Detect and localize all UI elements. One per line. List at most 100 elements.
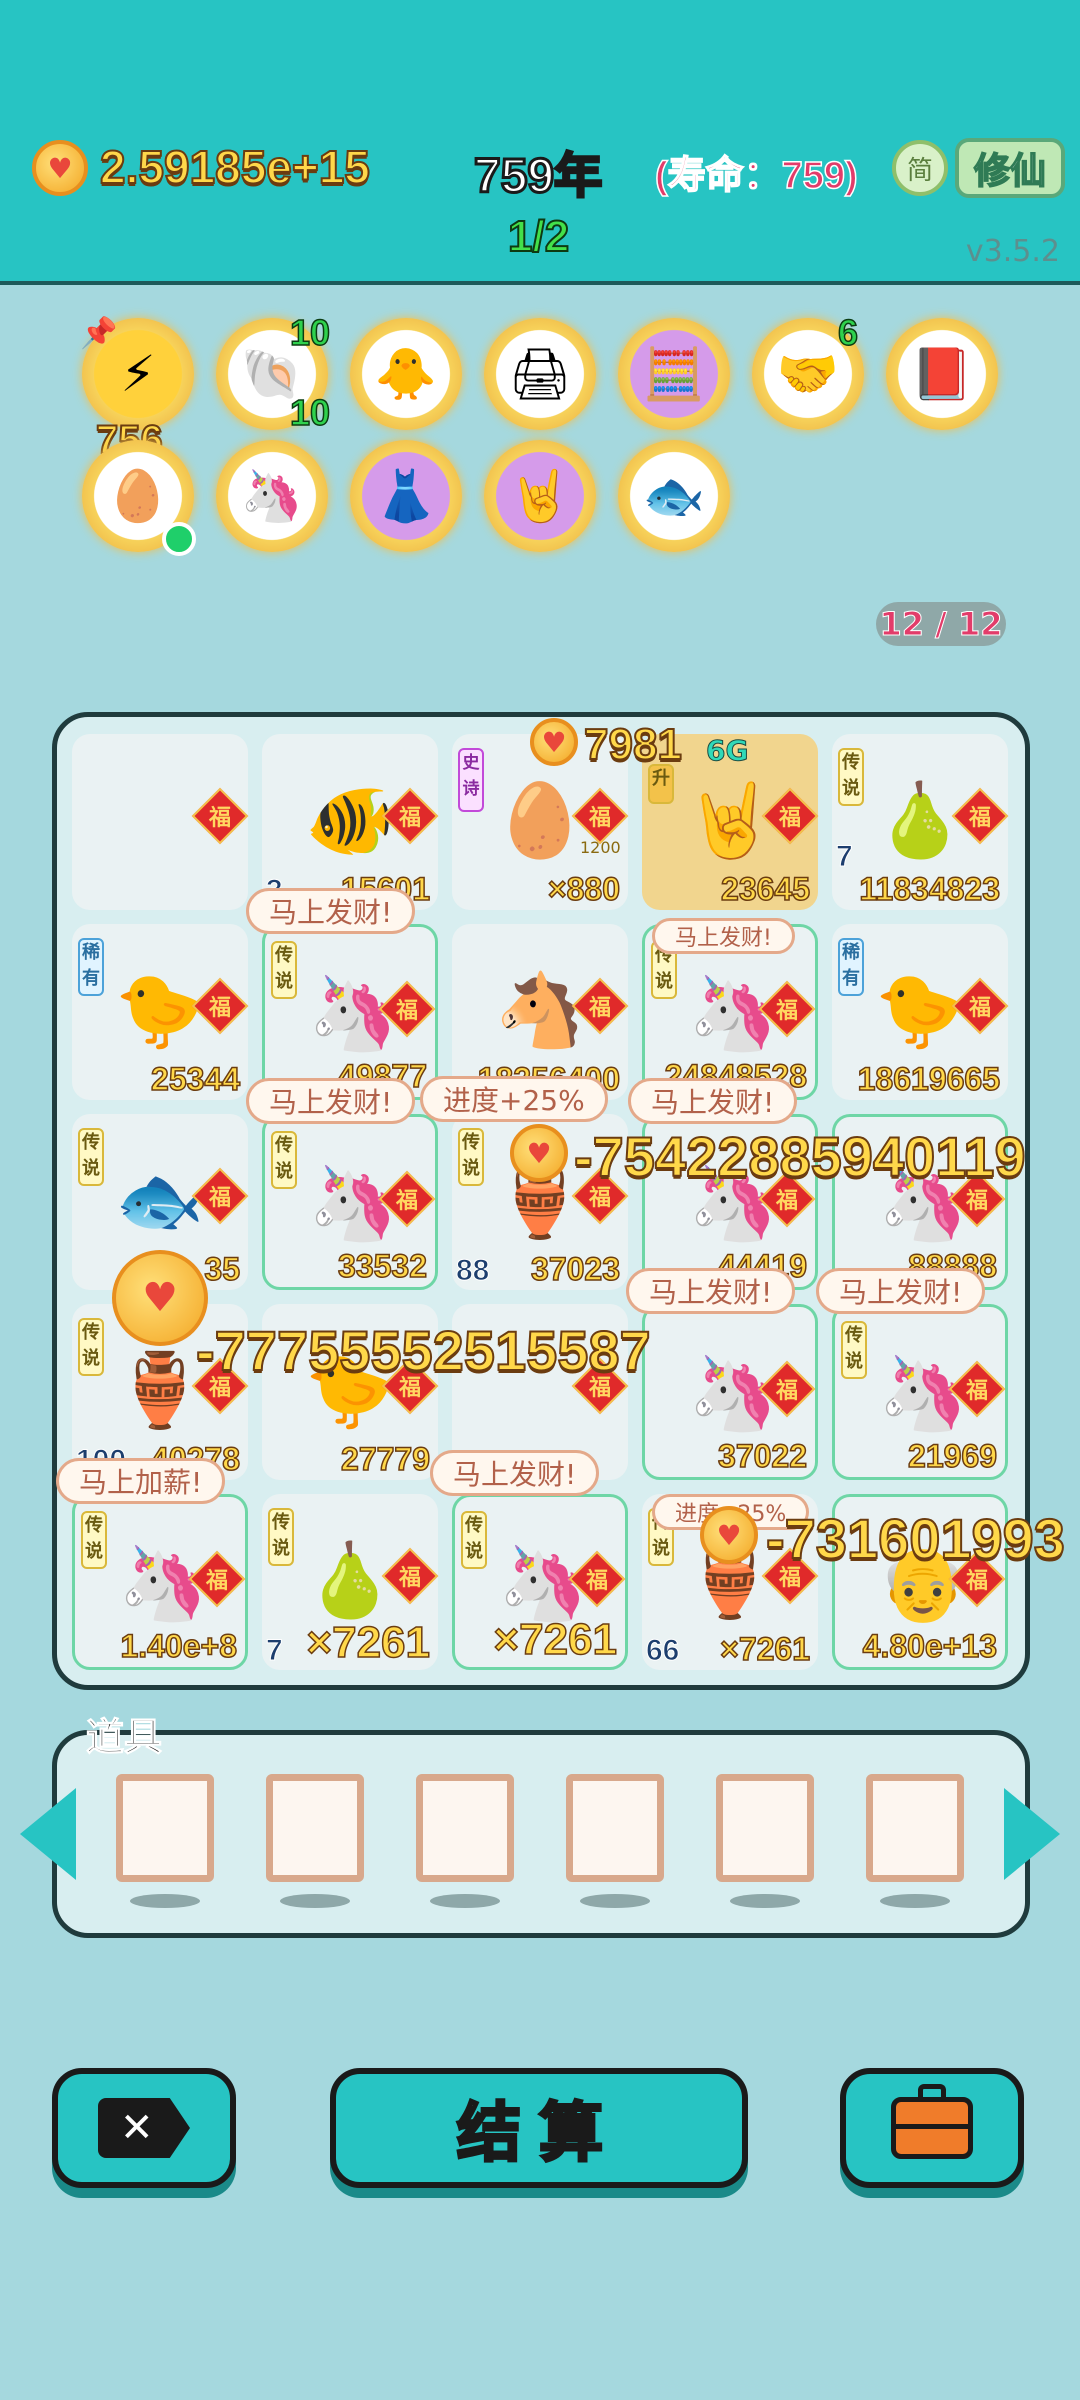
- cell-value: ×7261: [719, 1630, 810, 1668]
- lifespan-text: (寿命：759): [654, 154, 858, 198]
- grid-cell[interactable]: 传说 🍐 福 7 ×7261: [262, 1494, 439, 1670]
- rarity-tag: 传说: [458, 1128, 484, 1186]
- cell-value: 21969: [907, 1437, 997, 1475]
- settle-label: 结算: [456, 2096, 621, 2173]
- shell-bottom-count: 10: [289, 391, 331, 434]
- rarity-tag: 传说: [268, 1508, 294, 1566]
- tool-slot[interactable]: [116, 1774, 214, 1882]
- cell-value: 1.40e+8: [120, 1627, 238, 1665]
- fu-badge: 福: [191, 787, 249, 845]
- rarity-tag: 传说: [841, 1321, 867, 1379]
- slot-shadow: [580, 1894, 650, 1908]
- speech-bubble: 马上发财!: [430, 1450, 600, 1496]
- cell-value: 33532: [337, 1247, 427, 1285]
- grid-cell[interactable]: 传说 🦄 福 ×7261: [452, 1494, 628, 1670]
- float-coin-icon: ♥: [510, 1124, 568, 1182]
- rarity-tag: 传说: [78, 1128, 104, 1186]
- grid-cell[interactable]: 稀有 🐤 福 25344: [72, 924, 249, 1100]
- speech-bubble: 马上发财!: [626, 1268, 796, 1314]
- float-coin-icon: ♥: [530, 718, 578, 766]
- tool-slot[interactable]: [566, 1774, 664, 1882]
- floating-gain: 7981: [583, 719, 683, 770]
- rock-hand-buff-icon[interactable]: 🤘: [484, 440, 596, 552]
- grid-cell[interactable]: 传说 🦄 福 1.40e+8: [72, 1494, 248, 1670]
- coin-balance: 2.59185e+15: [99, 140, 371, 194]
- delete-tag-icon: ✕: [98, 2098, 190, 2158]
- xiuxian-button[interactable]: 修仙: [955, 138, 1065, 198]
- active-dot-icon: [162, 522, 196, 556]
- grid-cell[interactable]: 🦄 福 37022: [642, 1304, 818, 1480]
- math-buff-icon[interactable]: 🧮: [618, 318, 730, 430]
- float-coin-icon: ♥: [112, 1250, 208, 1346]
- cell-value: ×7261: [493, 1614, 618, 1665]
- cell-level: 66: [645, 1634, 680, 1668]
- slot-shadow: [430, 1894, 500, 1908]
- printer-buff-icon[interactable]: 🖨: [484, 318, 596, 430]
- tools-next-arrow-icon[interactable]: [1004, 1788, 1060, 1880]
- rarity-tag: 传说: [78, 1318, 104, 1376]
- rarity-tag: 稀有: [78, 938, 104, 996]
- rarity-tag: 传说: [461, 1511, 487, 1569]
- tool-slot[interactable]: [716, 1774, 814, 1882]
- slot-counter: 12 / 12: [876, 602, 1006, 646]
- chick-buff-icon[interactable]: 🐥: [350, 318, 462, 430]
- grid-cell[interactable]: 稀有 🐤 福 18619665: [832, 924, 1009, 1100]
- tools-title: 道具: [85, 1715, 163, 1760]
- simplified-toggle-button[interactable]: 简: [892, 140, 948, 196]
- small-coin-value: 1200: [580, 838, 621, 857]
- floating-loss: -77755552515587: [195, 1318, 652, 1383]
- delete-button[interactable]: ✕: [52, 2068, 236, 2188]
- speech-bubble: 马上发财!: [246, 1078, 416, 1124]
- handshake-count: 6: [837, 311, 859, 354]
- speech-bubble: 马上发财!: [816, 1268, 986, 1314]
- year-counter: 759年: [472, 149, 603, 205]
- coin-icon: ♥: [32, 140, 88, 196]
- fishbowl-buff-icon[interactable]: 🐟: [618, 440, 730, 552]
- cell-value: 18619665: [857, 1060, 1001, 1098]
- shell-top-count: 10: [289, 311, 331, 354]
- rarity-tag: 史诗: [458, 748, 484, 812]
- slot-shadow: [130, 1894, 200, 1908]
- tool-slot[interactable]: [416, 1774, 514, 1882]
- cell-value: 35: [204, 1250, 241, 1288]
- rarity-tag: 传说: [271, 1131, 297, 1189]
- speech-bubble: 马上加薪!: [56, 1458, 226, 1504]
- briefcase-icon: [891, 2084, 973, 2159]
- cell-value: 37023: [530, 1250, 620, 1288]
- rarity-tag: 传说: [271, 941, 297, 999]
- grid-cell[interactable]: 🐴 福 18256400: [452, 924, 629, 1100]
- float-coin-icon: ♥: [700, 1506, 758, 1564]
- cell-value: 4.80e+13: [862, 1627, 998, 1665]
- grid-cell[interactable]: 🐠 福 3 15601: [262, 734, 439, 910]
- grid-cell[interactable]: 传说 🦄 福 49877: [262, 924, 438, 1100]
- speech-bubble: 马上发财!: [246, 888, 416, 934]
- cell-value: 11834823: [859, 870, 1001, 908]
- rarity-tag: 稀有: [838, 938, 864, 996]
- bag-button[interactable]: [840, 2068, 1024, 2188]
- rarity-tag: 传说: [838, 748, 864, 806]
- grid-cell[interactable]: 传说 🦄 福 21969: [832, 1304, 1008, 1480]
- time-book-buff-icon[interactable]: 📕: [886, 318, 998, 430]
- unicorn-buff-icon[interactable]: 🦄: [216, 440, 328, 552]
- top-bar: ♥ 2.59185e+15 759年 (寿命：759) 简 修仙 1/2 v3.…: [0, 0, 1080, 285]
- cell-level: 7: [836, 840, 854, 874]
- grid-cell[interactable]: 传说 🍐 福 7 11834823: [832, 734, 1009, 910]
- cell-value: 37022: [717, 1437, 807, 1475]
- skirt-buff-icon[interactable]: 👗: [350, 440, 462, 552]
- settle-button[interactable]: 结算: [330, 2068, 748, 2188]
- cell-level: 7: [266, 1634, 284, 1668]
- grid-cell[interactable]: 传说 🦄 福 33532: [262, 1114, 438, 1290]
- upgrade-tag: 升: [648, 764, 674, 804]
- cell-value: ×880: [547, 870, 621, 908]
- speech-bubble: 进度+25%: [420, 1076, 608, 1122]
- tool-slot[interactable]: [266, 1774, 364, 1882]
- grid-cell[interactable]: 福: [72, 734, 249, 910]
- cell-value: 25344: [150, 1060, 240, 1098]
- storage-label: 6G: [705, 734, 749, 768]
- slot-shadow: [730, 1894, 800, 1908]
- tools-prev-arrow-icon[interactable]: [20, 1788, 76, 1880]
- speech-bubble: 马上发财!: [652, 918, 795, 954]
- page-indicator: 1/2: [507, 211, 570, 262]
- tool-slot[interactable]: [866, 1774, 964, 1882]
- speech-bubble: 马上发财!: [628, 1078, 798, 1124]
